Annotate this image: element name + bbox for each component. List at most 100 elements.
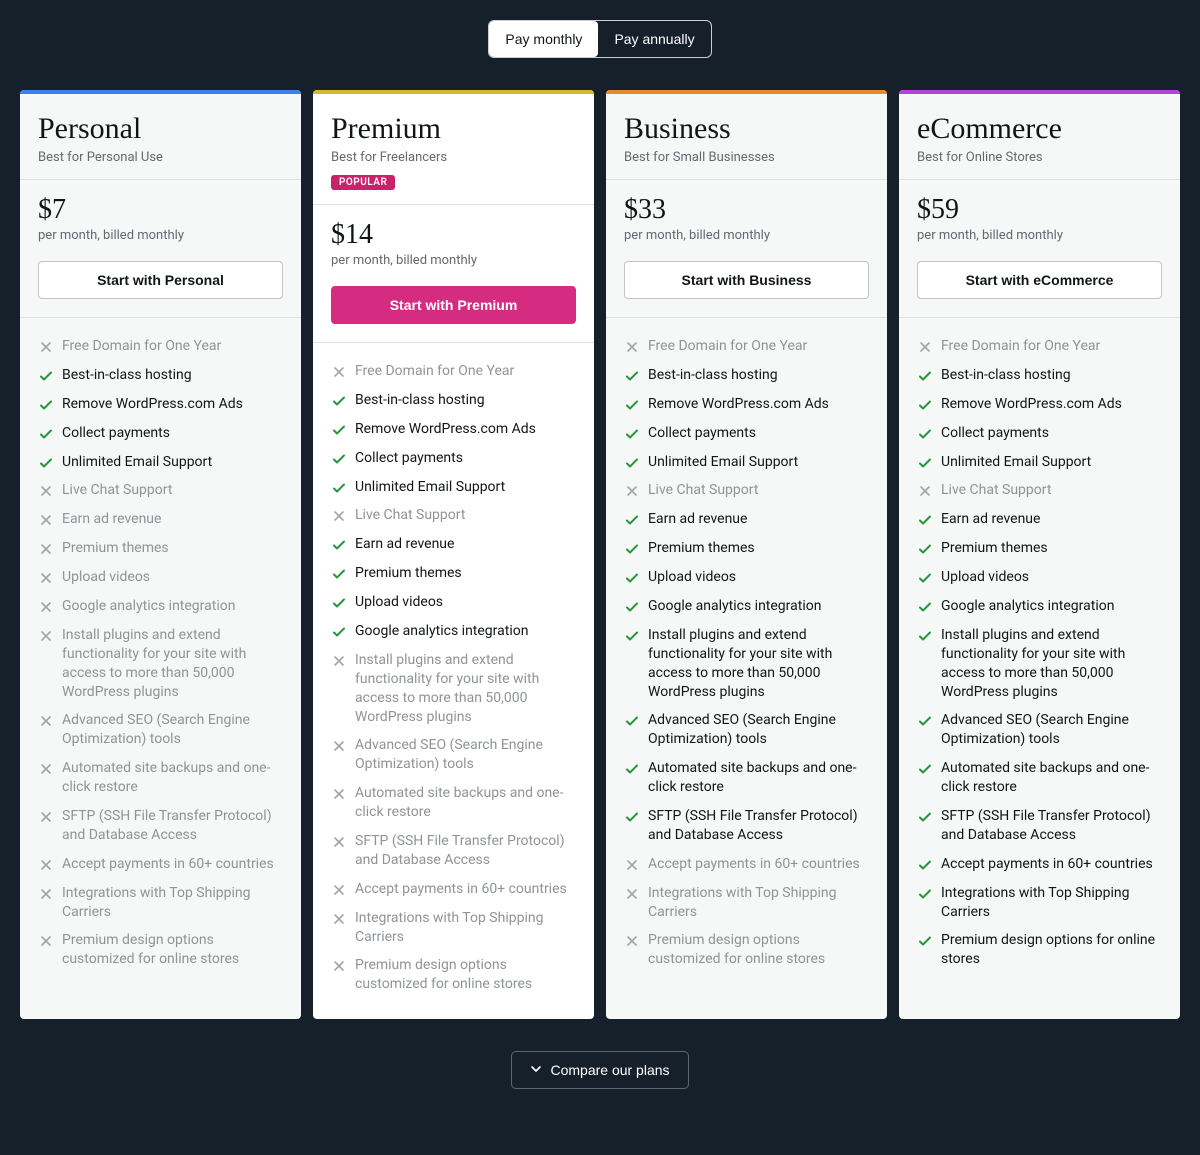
feature-label: SFTP (SSH File Transfer Protocol) and Da… [648, 807, 869, 845]
x-icon [331, 882, 347, 898]
check-icon [917, 886, 933, 902]
feature-label: Free Domain for One Year [355, 362, 514, 381]
check-icon [38, 455, 54, 471]
check-icon [624, 809, 640, 825]
x-icon [38, 483, 54, 499]
feature-row: Best-in-class hosting [917, 361, 1162, 390]
x-icon [38, 339, 54, 355]
feature-row: Premium design options customized for on… [624, 926, 869, 974]
feature-label: Remove WordPress.com Ads [62, 395, 243, 414]
compare-plans-button[interactable]: Compare our plans [511, 1051, 688, 1089]
start-business-button[interactable]: Start with Business [624, 261, 869, 299]
feature-label: Remove WordPress.com Ads [355, 420, 536, 439]
feature-row: Advanced SEO (Search Engine Optimization… [38, 706, 283, 754]
plan-header: eCommerce Best for Online Stores [899, 94, 1180, 180]
feature-label: Integrations with Top Shipping Carriers [941, 884, 1162, 922]
feature-label: Premium themes [648, 539, 755, 558]
feature-row: SFTP (SSH File Transfer Protocol) and Da… [624, 802, 869, 850]
feature-label: Collect payments [355, 449, 463, 468]
check-icon [331, 595, 347, 611]
feature-label: Best-in-class hosting [941, 366, 1071, 385]
x-icon [38, 857, 54, 873]
pay-annually-button[interactable]: Pay annually [598, 21, 710, 57]
plan-name: Premium [331, 112, 576, 146]
feature-row: Accept payments in 60+ countries [917, 850, 1162, 879]
feature-row: Live Chat Support [38, 476, 283, 505]
plan-price-block: $59per month, billed monthlyStart with e… [899, 180, 1180, 318]
plan-card-premium: PremiumBest for FreelancersPOPULAR $14 per… [313, 90, 594, 1019]
feature-label: Install plugins and extend functionality… [355, 651, 576, 727]
plan-header: PremiumBest for FreelancersPOPULAR [313, 94, 594, 205]
feature-row: Automated site backups and one-click res… [624, 754, 869, 802]
x-icon [38, 761, 54, 777]
feature-row: SFTP (SSH File Transfer Protocol) and Da… [38, 802, 283, 850]
check-icon [331, 422, 347, 438]
feature-label: Collect payments [648, 424, 756, 443]
feature-label: Live Chat Support [941, 481, 1051, 500]
feature-row: Install plugins and extend functionality… [331, 646, 576, 732]
check-icon [624, 397, 640, 413]
feature-row: Upload videos [624, 563, 869, 592]
feature-label: Integrations with Top Shipping Carriers [648, 884, 869, 922]
check-icon [624, 628, 640, 644]
feature-label: Automated site backups and one-click res… [941, 759, 1162, 797]
feature-label: Live Chat Support [648, 481, 758, 500]
feature-label: Unlimited Email Support [355, 478, 505, 497]
plan-price-block: $14 per month, billed monthly Start with P… [313, 205, 594, 343]
pay-monthly-button[interactable]: Pay monthly [489, 21, 598, 57]
check-icon [917, 368, 933, 384]
plan-price: $59 [917, 194, 1162, 226]
feature-label: Accept payments in 60+ countries [62, 855, 274, 874]
feature-row: Free Domain for One Year [917, 332, 1162, 361]
check-icon [624, 541, 640, 557]
feature-row: Upload videos [38, 563, 283, 592]
start-ecommerce-button[interactable]: Start with eCommerce [917, 261, 1162, 299]
start-personal-button[interactable]: Start with Personal [38, 261, 283, 299]
check-icon [331, 480, 347, 496]
feature-row: Install plugins and extend functionality… [38, 621, 283, 707]
feature-label: Install plugins and extend functionality… [62, 626, 283, 702]
feature-label: Premium design options customized for on… [648, 931, 869, 969]
feature-label: Upload videos [648, 568, 736, 587]
check-icon [917, 455, 933, 471]
feature-label: SFTP (SSH File Transfer Protocol) and Da… [941, 807, 1162, 845]
feature-row: Premium design options customized for on… [38, 926, 283, 974]
start-premium-button[interactable]: Start with Premium [331, 286, 576, 324]
x-icon [624, 339, 640, 355]
feature-label: Advanced SEO (Search Engine Optimization… [941, 711, 1162, 749]
plan-price: $33 [624, 194, 869, 226]
feature-row: Advanced SEO (Search Engine Optimization… [917, 706, 1162, 754]
feature-label: Free Domain for One Year [648, 337, 807, 356]
feature-label: Integrations with Top Shipping Carriers [355, 909, 576, 947]
feature-row: Free Domain for One Year [38, 332, 283, 361]
feature-label: Upload videos [941, 568, 1029, 587]
feature-row: Google analytics integration [38, 592, 283, 621]
feature-label: Collect payments [941, 424, 1049, 443]
x-icon [917, 339, 933, 355]
plan-card-personal: PersonalBest for Personal Use$7per month… [20, 90, 301, 1019]
plan-billing: per month, billed monthly [331, 253, 576, 268]
plan-billing: per month, billed monthly [38, 228, 283, 243]
plan-tagline: Best for Online Stores [917, 150, 1162, 165]
feature-label: Earn ad revenue [648, 510, 747, 529]
feature-label: Free Domain for One Year [62, 337, 221, 356]
feature-list: Free Domain for One YearBest-in-class ho… [606, 318, 887, 1019]
x-icon [38, 933, 54, 949]
feature-label: Earn ad revenue [62, 510, 161, 529]
plan-header: PersonalBest for Personal Use [20, 94, 301, 180]
x-icon [38, 541, 54, 557]
plan-name: eCommerce [917, 112, 1162, 146]
feature-label: Advanced SEO (Search Engine Optimization… [355, 736, 576, 774]
feature-label: Remove WordPress.com Ads [648, 395, 829, 414]
feature-row: Automated site backups and one-click res… [331, 779, 576, 827]
feature-label: Accept payments in 60+ countries [355, 880, 567, 899]
feature-label: Premium design options for online stores [941, 931, 1162, 969]
feature-row: Automated site backups and one-click res… [917, 754, 1162, 802]
plan-name: Personal [38, 112, 283, 146]
x-icon [624, 857, 640, 873]
plan-price: $14 [331, 219, 576, 251]
x-icon [331, 738, 347, 754]
check-icon [38, 397, 54, 413]
x-icon [624, 483, 640, 499]
feature-row: Advanced SEO (Search Engine Optimization… [331, 731, 576, 779]
